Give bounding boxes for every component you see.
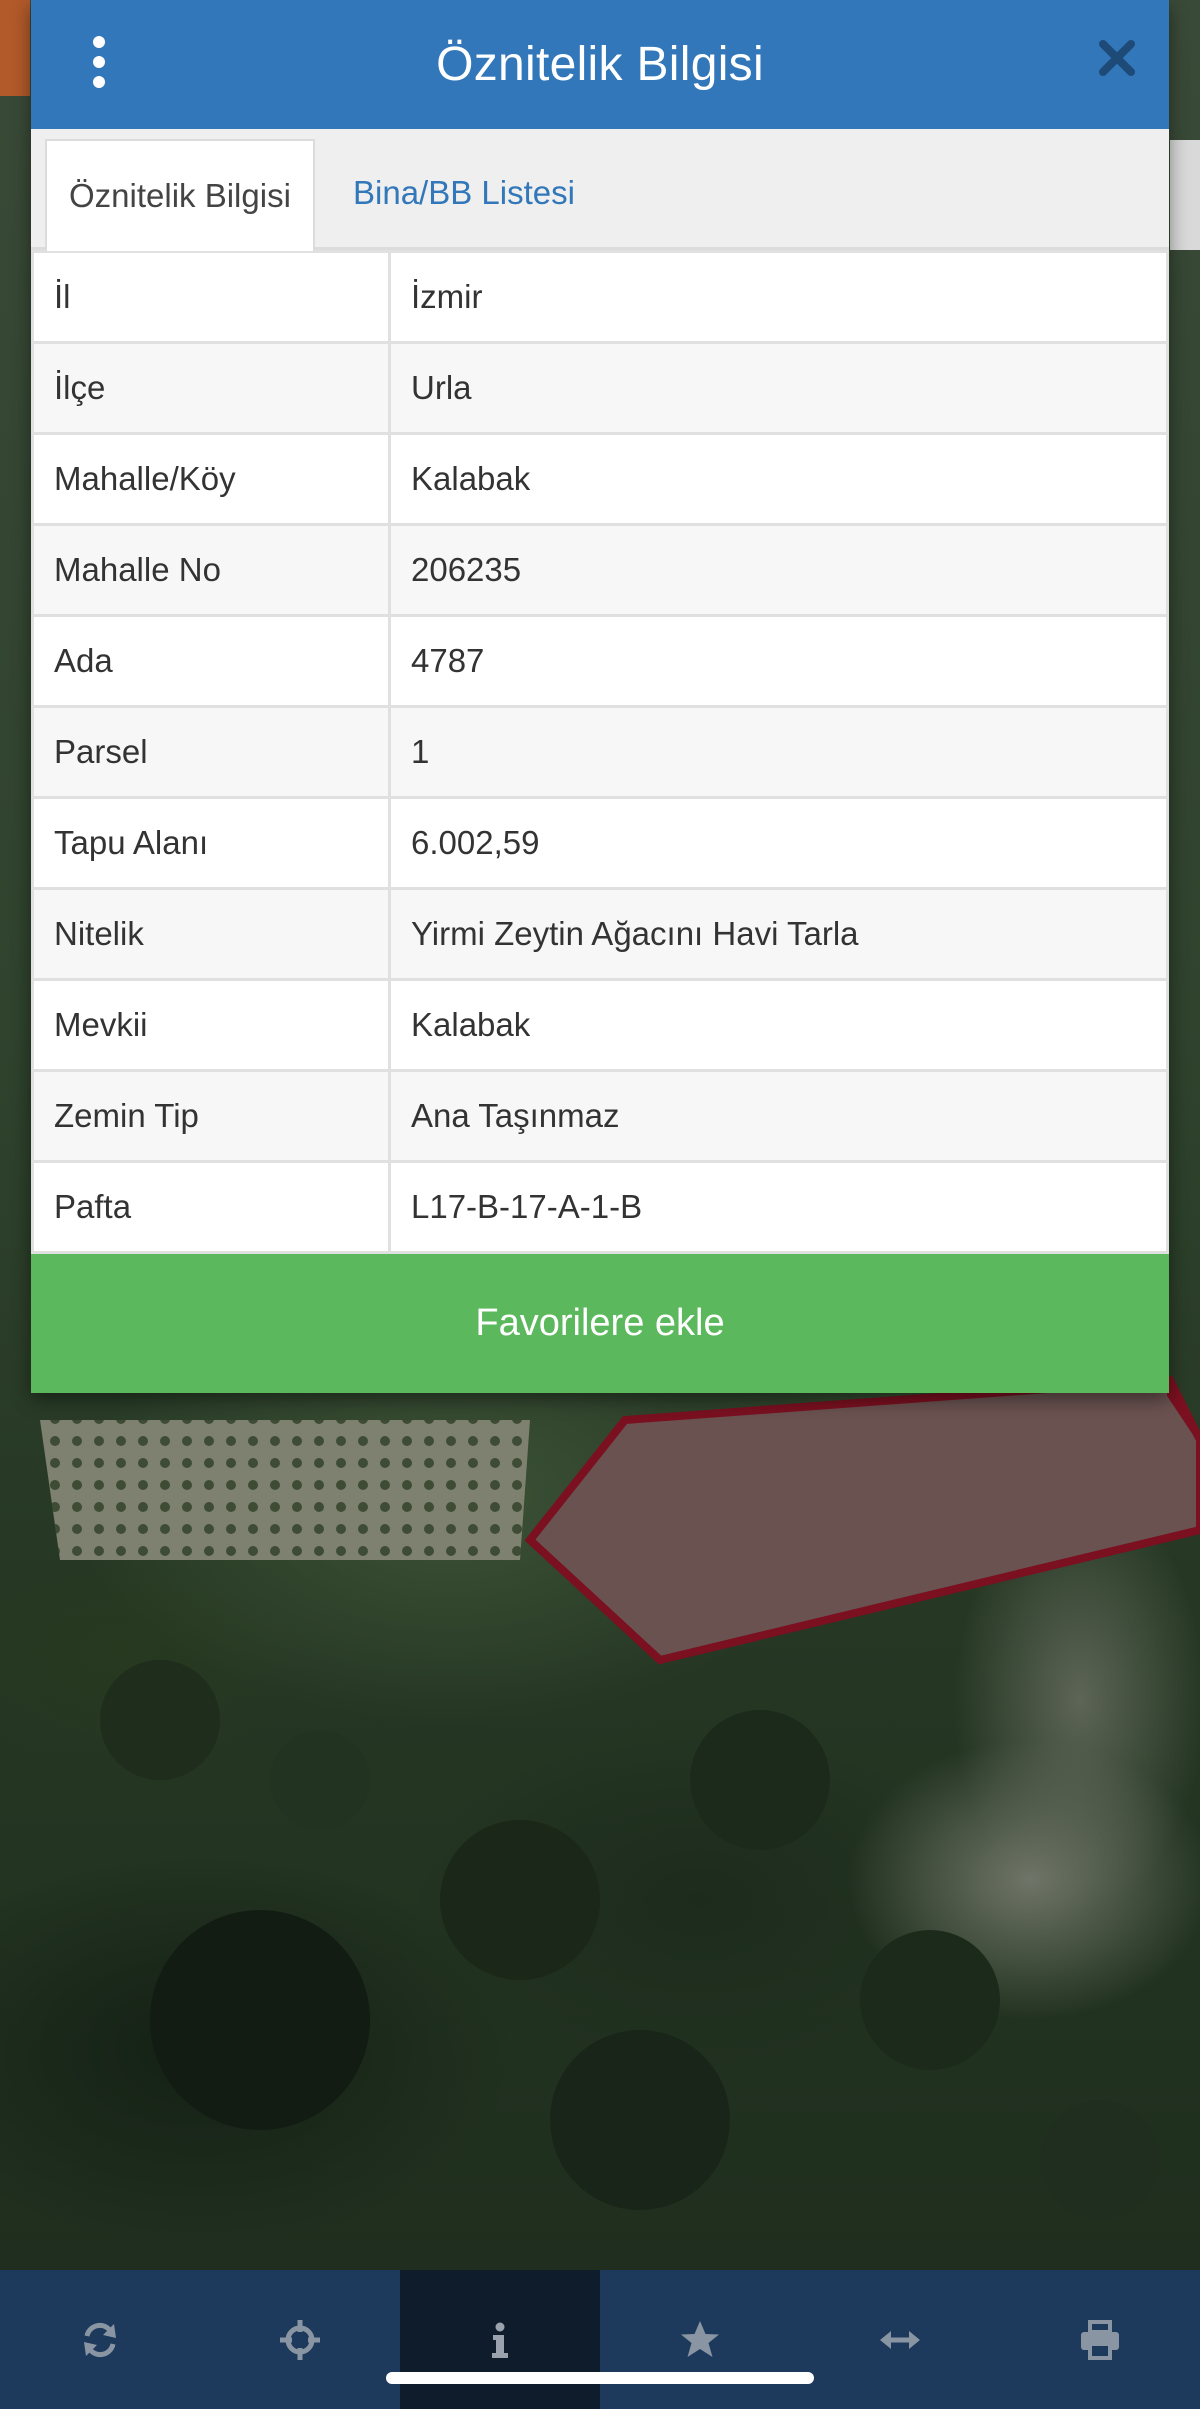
kebab-dot — [93, 76, 105, 88]
attribute-value: 6.002,59 — [388, 796, 1169, 890]
print-icon — [1081, 2319, 1119, 2360]
attribute-key: İlçe — [31, 341, 391, 435]
table-row: Ada 4787 — [31, 614, 1169, 708]
refresh-icon — [84, 2322, 116, 2357]
attribute-value: İzmir — [388, 250, 1169, 344]
home-indicator — [386, 2372, 814, 2384]
table-row: Mahalle No 206235 — [31, 523, 1169, 617]
table-row: Zemin Tip Ana Taşınmaz — [31, 1069, 1169, 1163]
attribute-value: Yirmi Zeytin Ağacını Havi Tarla — [388, 887, 1169, 981]
attribute-key: Mevkii — [31, 978, 391, 1072]
table-row: Tapu Alanı 6.002,59 — [31, 796, 1169, 890]
table-row: İl İzmir — [31, 250, 1169, 344]
attribute-key: Nitelik — [31, 887, 391, 981]
measure-button[interactable] — [800, 2270, 1000, 2409]
add-to-favorites-button[interactable]: Favorilere ekle — [31, 1254, 1169, 1393]
attribute-value: 1 — [388, 705, 1169, 799]
attribute-value: 4787 — [388, 614, 1169, 708]
tree-cluster — [100, 1660, 220, 1780]
attribute-key: Zemin Tip — [31, 1069, 391, 1163]
crosshair-icon — [280, 2319, 320, 2360]
attribute-value: Urla — [388, 341, 1169, 435]
attribute-value: 206235 — [388, 523, 1169, 617]
attribute-value: Kalabak — [388, 432, 1169, 526]
table-row: Nitelik Yirmi Zeytin Ağacını Havi Tarla — [31, 887, 1169, 981]
locate-button[interactable] — [200, 2270, 400, 2409]
table-row: Parsel 1 — [31, 705, 1169, 799]
info-icon — [492, 2322, 508, 2358]
attribute-key: Ada — [31, 614, 391, 708]
attribute-dialog: Öznitelik Bilgisi Öznitelik Bilgisi Bina… — [31, 0, 1169, 1393]
tab-bar: Öznitelik Bilgisi Bina/BB Listesi — [31, 129, 1169, 251]
attribute-key: Mahalle No — [31, 523, 391, 617]
attribute-value: L17-B-17-A-1-B — [388, 1160, 1169, 1254]
bottom-toolbar — [0, 2270, 1200, 2409]
dialog-title: Öznitelik Bilgisi — [436, 38, 764, 91]
measure-icon — [880, 2330, 920, 2349]
table-row: Pafta L17-B-17-A-1-B — [31, 1160, 1169, 1254]
favorites-button[interactable] — [600, 2270, 800, 2409]
star-icon — [681, 2320, 719, 2357]
attribute-key: İl — [31, 250, 391, 344]
tab-attribute-info[interactable]: Öznitelik Bilgisi — [45, 139, 315, 251]
close-icon — [1099, 40, 1135, 76]
info-button[interactable] — [400, 2270, 600, 2409]
dialog-header: Öznitelik Bilgisi — [31, 0, 1169, 129]
attribute-key: Pafta — [31, 1160, 391, 1254]
attribute-key: Mahalle/Köy — [31, 432, 391, 526]
kebab-dot — [93, 36, 105, 48]
table-row: Mevkii Kalabak — [31, 978, 1169, 1072]
more-menu-button[interactable] — [87, 36, 111, 88]
print-button[interactable] — [1000, 2270, 1200, 2409]
close-button[interactable] — [1097, 38, 1137, 78]
attribute-value: Kalabak — [388, 978, 1169, 1072]
tab-building-list[interactable]: Bina/BB Listesi — [331, 139, 597, 247]
refresh-button[interactable] — [0, 2270, 200, 2409]
kebab-dot — [93, 56, 105, 68]
attribute-value: Ana Taşınmaz — [388, 1069, 1169, 1163]
table-row: Mahalle/Köy Kalabak — [31, 432, 1169, 526]
table-row: İlçe Urla — [31, 341, 1169, 435]
attribute-table: İl İzmir İlçe Urla Mahalle/Köy Kalabak M… — [31, 250, 1169, 1254]
attribute-key: Parsel — [31, 705, 391, 799]
attribute-key: Tapu Alanı — [31, 796, 391, 890]
